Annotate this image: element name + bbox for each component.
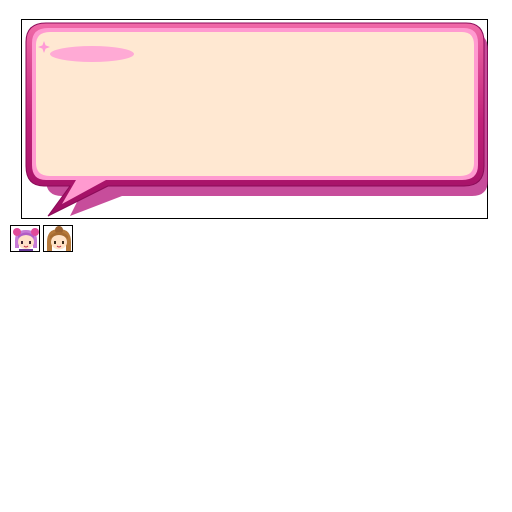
gloss-highlight xyxy=(50,46,134,62)
speech-bubble xyxy=(25,22,488,217)
speech-bubble-panel xyxy=(21,19,488,219)
character-portrait-pink-hair[interactable] xyxy=(10,225,40,252)
character-portrait-brown-hair[interactable] xyxy=(43,225,73,252)
pink-haired-girl-portrait-icon xyxy=(11,226,39,251)
brown-haired-girl-portrait-icon xyxy=(44,226,72,251)
